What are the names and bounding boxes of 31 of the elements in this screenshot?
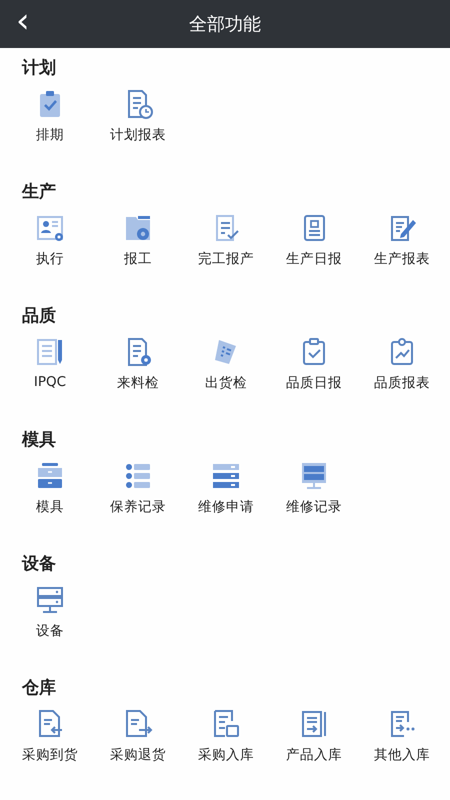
function-tile[interactable]: 产品入库 xyxy=(270,700,358,768)
function-tile[interactable]: 模具 xyxy=(6,452,94,520)
function-tile[interactable]: 生产报表 xyxy=(358,204,446,272)
page-title: 全部功能 xyxy=(189,13,261,36)
section-title: 设备 xyxy=(20,553,57,576)
function-tile[interactable]: 采购退货 xyxy=(94,700,182,768)
section-title: 计划 xyxy=(20,57,57,80)
function-tile[interactable]: 出货检 xyxy=(182,328,270,396)
function-tile[interactable]: 保养记录 xyxy=(94,452,182,520)
function-tile[interactable]: 维修申请 xyxy=(182,452,270,520)
function-tile[interactable]: 完工报产 xyxy=(182,204,270,272)
function-tile[interactable]: 其他入库 xyxy=(358,700,446,768)
server-icon xyxy=(34,584,66,616)
function-tile[interactable]: 生产日报 xyxy=(270,204,358,272)
function-tile[interactable]: 执行 xyxy=(6,204,94,272)
function-tile[interactable]: 设备 xyxy=(6,576,94,644)
section-title: 品质 xyxy=(21,305,57,328)
function-tile[interactable]: 采购到货 xyxy=(6,700,94,768)
function-tile[interactable]: 来料检 xyxy=(94,328,182,396)
function-tile[interactable]: 报工 xyxy=(94,204,182,272)
function-tile[interactable]: 采购入库 xyxy=(182,700,270,768)
section-title: 模具 xyxy=(20,429,57,452)
function-tile[interactable]: 维修记录 xyxy=(270,452,358,520)
back-button[interactable]: ‹ xyxy=(10,6,36,36)
function-tile[interactable]: 计划报表 xyxy=(94,80,182,148)
function-tile[interactable]: 品质报表 xyxy=(358,328,446,396)
section-title: 仓库 xyxy=(20,677,57,700)
function-tile[interactable]: 排期 xyxy=(6,80,94,148)
function-tile[interactable]: 品质日报 xyxy=(270,328,358,396)
function-tile[interactable]: IPQC xyxy=(6,328,94,396)
section-title: 生产 xyxy=(20,181,57,204)
